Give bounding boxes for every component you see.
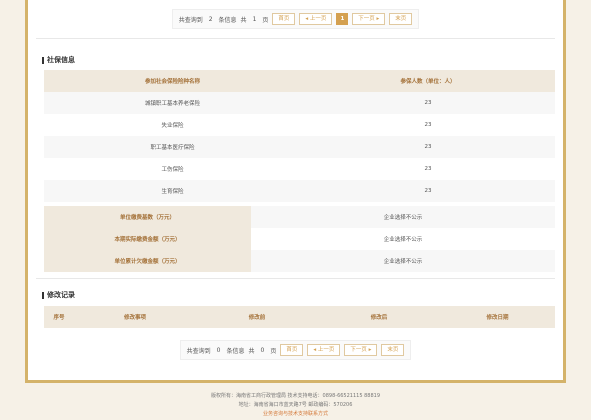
table-row: 城镇职工基本养老保险 23 — [44, 92, 555, 114]
pager-pages: 1 — [252, 15, 257, 23]
pager-pages-unit: 页 — [270, 347, 277, 355]
pagination-top: 共查询到 2 条信息 共 1 页 首页 ◂ 上一页 1 下一页 ▸ 末页 — [28, 9, 563, 29]
col-header-after: 修改后 — [318, 306, 440, 328]
social-insurance-table: 参加社会保险险种名称 参保人数（单位：人） 城镇职工基本养老保险 23 失业保险… — [44, 70, 555, 202]
table-row: 单位累计欠缴金额（万元） 企业选择不公示 — [44, 250, 555, 272]
next-page-button[interactable]: 下一页 ▸ — [344, 344, 378, 356]
payment-value: 企业选择不公示 — [251, 250, 555, 272]
insurance-name: 生育保险 — [44, 180, 301, 202]
pager-count: 0 — [216, 346, 221, 354]
payment-label: 单位缴费基数（万元） — [44, 206, 251, 228]
pager-count: 2 — [208, 15, 213, 23]
payment-info-table: 单位缴费基数（万元） 企业选择不公示 本期实际缴费金额（万元） 企业选择不公示 … — [44, 206, 555, 272]
pager-prefix: 共查询到 — [178, 16, 203, 24]
table-row: 单位缴费基数（万元） 企业选择不公示 — [44, 206, 555, 228]
pager-prefix: 共查询到 — [186, 347, 211, 355]
payment-label: 本期实际缴费金额（万元） — [44, 228, 251, 250]
footer-contact-link[interactable]: 业务咨询与技术支持联系方式 — [0, 410, 591, 417]
table-row: 失业保险 23 — [44, 114, 555, 136]
insured-count: 23 — [301, 180, 555, 202]
table-row: 生育保险 23 — [44, 180, 555, 202]
pagination-bottom: 共查询到 0 条信息 共 0 页 首页 ◂ 上一页 下一页 ▸ 末页 — [28, 340, 563, 360]
insurance-name: 失业保险 — [44, 114, 301, 136]
footer-copyright: 版权所有：海南省工商行政管理局 技术支持电话：0898-66521115 888… — [210, 393, 381, 399]
payment-value: 企业选择不公示 — [251, 206, 555, 228]
next-page-button[interactable]: 下一页 ▸ — [352, 13, 386, 25]
section-title-social: 社保信息 — [42, 55, 75, 65]
pager-pages-prefix: 共 — [240, 16, 247, 24]
pager-unit: 条信息 — [218, 16, 237, 24]
pager-pages-prefix: 共 — [248, 347, 255, 355]
table-row: 工伤保险 23 — [44, 158, 555, 180]
divider — [36, 38, 555, 39]
first-page-button[interactable]: 首页 — [280, 344, 304, 356]
last-page-button[interactable]: 末页 — [389, 13, 413, 25]
insured-count: 23 — [301, 136, 555, 158]
changes-title-text: 修改记录 — [47, 291, 75, 299]
col-header-index: 序号 — [44, 306, 74, 328]
prev-page-button[interactable]: ◂ 上一页 — [307, 344, 341, 356]
payment-label: 单位累计欠缴金额（万元） — [44, 250, 251, 272]
payment-value: 企业选择不公示 — [251, 228, 555, 250]
table-row: 职工基本医疗保险 23 — [44, 136, 555, 158]
divider — [36, 278, 555, 279]
insurance-name: 工伤保险 — [44, 158, 301, 180]
change-records-table: 序号 修改事项 修改前 修改后 修改日期 — [44, 306, 555, 328]
table-row: 本期实际缴费金额（万元） 企业选择不公示 — [44, 228, 555, 250]
col-header-insured-count: 参保人数（单位：人） — [301, 70, 555, 92]
insured-count: 23 — [301, 114, 555, 136]
col-header-insurance-type: 参加社会保险险种名称 — [44, 70, 301, 92]
insured-count: 23 — [301, 92, 555, 114]
current-page-button[interactable]: 1 — [336, 13, 349, 25]
col-header-date: 修改日期 — [440, 306, 555, 328]
title-marker — [42, 291, 44, 299]
last-page-button[interactable]: 末页 — [381, 344, 405, 356]
first-page-button[interactable]: 首页 — [272, 13, 296, 25]
pager-pages: 0 — [260, 346, 265, 354]
section-title-changes: 修改记录 — [42, 290, 75, 300]
content-frame: 共查询到 2 条信息 共 1 页 首页 ◂ 上一页 1 下一页 ▸ 末页 社保信… — [25, 0, 566, 383]
prev-page-button[interactable]: ◂ 上一页 — [299, 13, 333, 25]
col-header-before: 修改前 — [196, 306, 318, 328]
insurance-name: 城镇职工基本养老保险 — [44, 92, 301, 114]
insured-count: 23 — [301, 158, 555, 180]
insurance-name: 职工基本医疗保险 — [44, 136, 301, 158]
pager-pages-unit: 页 — [262, 16, 269, 24]
title-marker — [42, 56, 44, 64]
social-title-text: 社保信息 — [47, 56, 75, 64]
pager-unit: 条信息 — [226, 347, 245, 355]
footer-address: 地址：海南省海口市蓝天路7号 邮政编码：570206 — [238, 402, 353, 408]
col-header-item: 修改事项 — [74, 306, 196, 328]
